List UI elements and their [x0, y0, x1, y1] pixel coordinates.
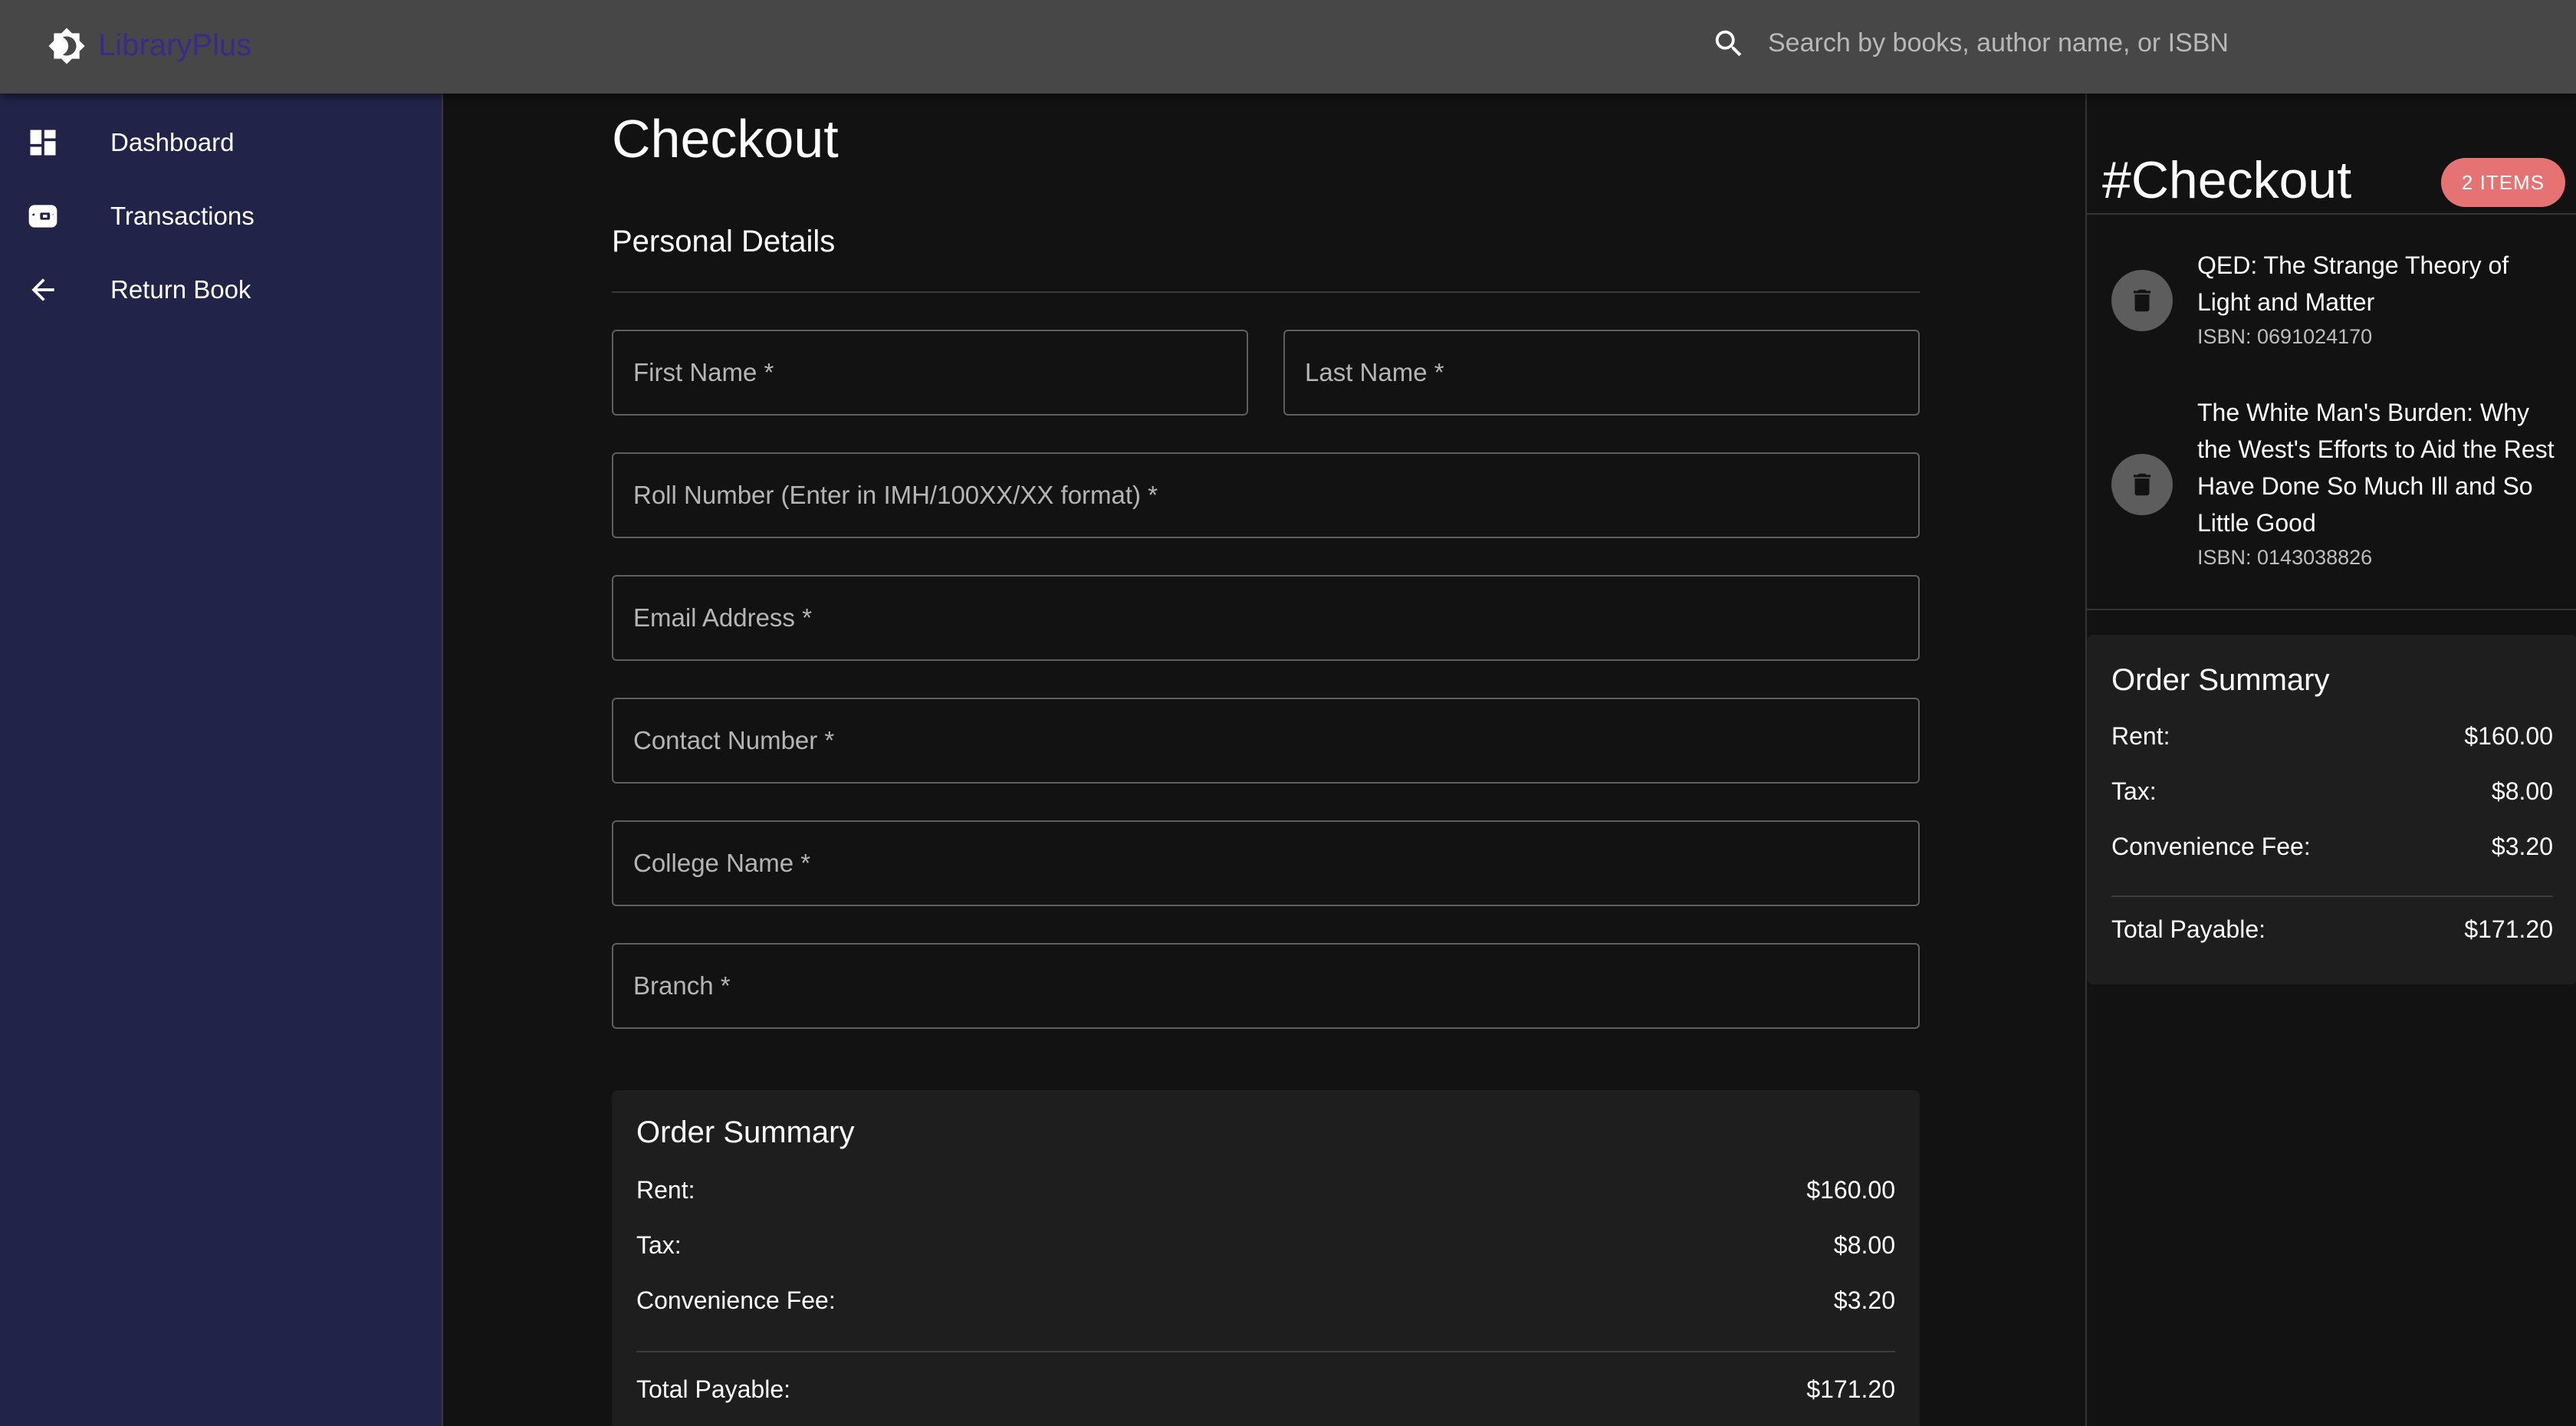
rent-label: Rent: [636, 1176, 695, 1204]
email-input[interactable] [613, 577, 1918, 659]
cart-title: #Checkout [2102, 151, 2352, 209]
tax-value: $8.00 [2491, 777, 2553, 805]
tax-label: Tax: [636, 1231, 682, 1259]
summary-divider [2111, 895, 2553, 897]
tax-value: $8.00 [1833, 1231, 1895, 1259]
college-name-input[interactable] [613, 822, 1918, 905]
order-summary-card: Order Summary Rent: $160.00 Tax: $8.00 C… [612, 1090, 1920, 1426]
sidebar: Dashboard Transactions Return Book [0, 94, 443, 1426]
cart-divider [2087, 213, 2576, 215]
arrow-back-icon [26, 273, 60, 307]
order-summary-title: Order Summary [636, 1116, 855, 1149]
fee-value: $3.20 [1833, 1286, 1895, 1314]
trash-icon [2133, 473, 2151, 496]
rent-value: $160.00 [1806, 1176, 1895, 1204]
cart-item-isbn: ISBN: 0143038826 [2197, 546, 2373, 569]
rent-label: Rent: [2111, 722, 2170, 750]
total-value: $171.20 [2464, 915, 2553, 943]
order-summary-title: Order Summary [2111, 663, 2330, 697]
roll-number-field[interactable] [612, 452, 1920, 538]
items-count-badge: 2 ITEMS [2441, 158, 2565, 207]
cart-item: QED: The Strange Theory of Light and Mat… [2087, 247, 2576, 354]
page-title: Checkout [612, 109, 839, 169]
sidebar-item-label: Dashboard [110, 128, 235, 156]
total-label: Total Payable: [2111, 915, 2266, 943]
last-name-field[interactable] [1283, 330, 1920, 416]
panel-order-summary-card: Order Summary Rent: $160.00 Tax: $8.00 C… [2087, 635, 2576, 984]
app-bar: LibraryPlus [0, 0, 2576, 94]
sidebar-item-dashboard[interactable]: Dashboard [0, 109, 443, 176]
tax-label: Tax: [2111, 777, 2157, 805]
dashboard-icon [26, 126, 60, 159]
delete-item-button[interactable] [2111, 454, 2173, 515]
trash-icon [2133, 289, 2151, 312]
first-name-field[interactable] [612, 330, 1248, 416]
cart-item-title: QED: The Strange Theory of Light and Mat… [2197, 251, 2509, 316]
cart-item: The White Man's Burden: Why the West's E… [2087, 394, 2576, 578]
cart-panel: #Checkout 2 ITEMS QED: The Strange Theor… [2085, 94, 2576, 1426]
cart-item-isbn: ISBN: 0691024170 [2197, 325, 2373, 348]
last-name-input[interactable] [1285, 331, 1918, 414]
contact-number-field[interactable] [612, 698, 1920, 784]
college-name-field[interactable] [612, 820, 1920, 906]
app-name[interactable]: LibraryPlus [98, 26, 251, 64]
brightness-icon[interactable] [48, 27, 86, 65]
search-input[interactable] [1768, 21, 2458, 64]
search-icon[interactable] [1711, 26, 1746, 61]
fee-label: Convenience Fee: [2111, 833, 2311, 860]
sidebar-item-transactions[interactable]: Transactions [0, 182, 443, 250]
cart-divider [2087, 609, 2576, 610]
fee-value: $3.20 [2491, 833, 2553, 860]
branch-input[interactable] [613, 945, 1918, 1027]
summary-divider [636, 1351, 1895, 1352]
sidebar-item-return-book[interactable]: Return Book [0, 256, 443, 324]
email-field[interactable] [612, 575, 1920, 661]
total-value: $171.20 [1806, 1375, 1895, 1403]
rent-value: $160.00 [2464, 722, 2553, 750]
section-title: Personal Details [612, 225, 836, 258]
fee-label: Convenience Fee: [636, 1286, 836, 1314]
sidebar-item-label: Transactions [110, 202, 255, 230]
delete-item-button[interactable] [2111, 270, 2173, 331]
roll-number-input[interactable] [613, 454, 1918, 537]
first-name-input[interactable] [613, 331, 1247, 414]
contact-number-input[interactable] [613, 699, 1918, 782]
wallet-icon [26, 199, 60, 233]
checkout-form-area: Checkout Personal Details Order Summary … [445, 94, 2085, 1426]
total-label: Total Payable: [636, 1375, 791, 1403]
cart-item-title: The White Man's Burden: Why the West's E… [2197, 399, 2555, 537]
branch-field[interactable] [612, 943, 1920, 1029]
section-divider [612, 291, 1920, 293]
sidebar-item-label: Return Book [110, 275, 251, 304]
